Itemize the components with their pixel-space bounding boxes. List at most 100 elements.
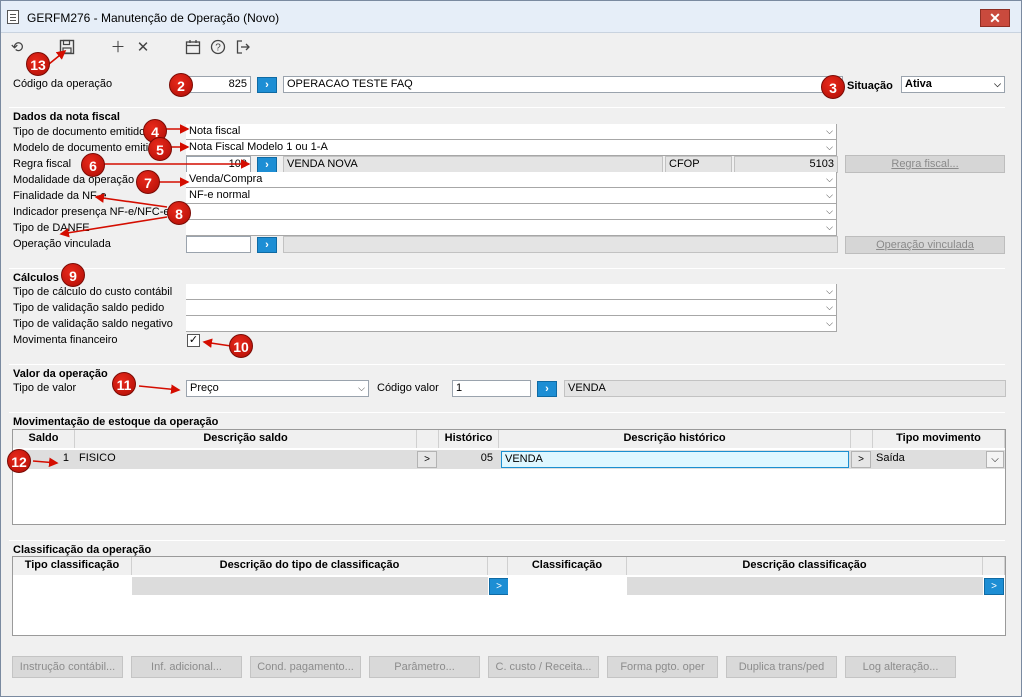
modalidade-label: Modalidade da operação	[13, 174, 135, 186]
main-window: GERFM276 - Manutenção de Operação (Novo)…	[0, 0, 1022, 697]
indicador-presenca-label: Indicador presença NF-e/NFC-e	[13, 206, 170, 218]
save-icon[interactable]	[58, 39, 76, 57]
situacao-select[interactable]: Ativa ⌵	[901, 76, 1005, 93]
tipo-valor-select[interactable]: Preço ⌵	[186, 380, 369, 397]
log-alteracao-button[interactable]: Log alteração...	[845, 656, 956, 678]
table-row[interactable]: 1 FISICO > 05 VENDA > Saída ⌵	[13, 450, 1005, 469]
regra-fiscal-lookup-button[interactable]: ›	[257, 157, 277, 173]
operacao-vinculada-button[interactable]: Operação vinculada	[845, 236, 1005, 254]
operacao-vinculada-lookup-button[interactable]: ›	[257, 237, 277, 253]
duplica-trans-button[interactable]: Duplica trans/ped	[726, 656, 837, 678]
custo-contabil-label: Tipo de cálculo do custo contábil	[13, 286, 173, 298]
custo-contabil-select[interactable]: ⌵	[186, 284, 837, 300]
parametro-button[interactable]: Parâmetro...	[369, 656, 480, 678]
svg-text:?: ?	[215, 43, 221, 54]
calendar-icon[interactable]	[184, 39, 202, 57]
classificacao-cell[interactable]	[508, 577, 627, 595]
modelo-documento-value: Nota Fiscal Modelo 1 ou 1-A	[189, 141, 328, 153]
chevron-down-icon[interactable]: ⌵	[986, 451, 1004, 468]
inf-adicional-button[interactable]: Inf. adicional...	[131, 656, 242, 678]
tipo-danfe-label: Tipo de DANFE	[13, 222, 90, 234]
column-header[interactable]: Tipo movimento	[873, 430, 1005, 448]
nota-fiscal-section-title: Dados da nota fiscal	[13, 111, 120, 123]
centro-custo-button[interactable]: C. custo / Receita...	[488, 656, 599, 678]
divider	[9, 412, 1005, 413]
regra-fiscal-button[interactable]: Regra fiscal...	[845, 155, 1005, 173]
chevron-down-icon: ⌵	[358, 383, 365, 393]
regra-fiscal-description: VENDA NOVA	[283, 156, 663, 173]
annotation-badge: 6	[81, 153, 105, 177]
codigo-valor-label: Código valor	[377, 382, 439, 394]
divider	[9, 364, 1005, 365]
historico-lookup-button[interactable]: >	[851, 451, 871, 468]
saldo-lookup-button[interactable]: >	[417, 451, 437, 468]
chevron-down-icon: ⌵	[826, 126, 833, 136]
operacao-vinculada-input[interactable]	[186, 236, 251, 253]
window-title: GERFM276 - Manutenção de Operação (Novo)	[27, 11, 280, 25]
undo-icon[interactable]: ⟲	[8, 39, 26, 57]
column-header[interactable]: Classificação	[508, 557, 627, 575]
estoque-section-title: Movimentação de estoque da operação	[13, 416, 219, 428]
saldo-pedido-label: Tipo de validação saldo pedido	[13, 302, 165, 314]
tipo-danfe-select[interactable]: ⌵	[186, 220, 837, 236]
tipo-documento-select[interactable]: Nota fiscal ⌵	[186, 124, 837, 140]
saldo-negativo-select[interactable]: ⌵	[186, 316, 837, 332]
chevron-down-icon: ⌵	[826, 318, 833, 328]
situacao-value: Ativa	[905, 78, 932, 90]
toolbar: ⟲ ＋ ✕ ?	[1, 33, 1021, 61]
valor-section-title: Valor da operação	[13, 368, 108, 380]
column-header[interactable]: Descrição saldo	[75, 430, 417, 448]
close-button[interactable]: ✕	[980, 9, 1010, 27]
operacao-vinculada-label: Operação vinculada	[13, 238, 111, 250]
indicador-presenca-select[interactable]: ⌵	[186, 204, 837, 220]
tipo-classificacao-cell[interactable]	[13, 577, 132, 595]
classificacao-lookup-button[interactable]: >	[984, 578, 1004, 595]
descricao-historico-cell[interactable]: VENDA	[501, 451, 849, 468]
annotation-badge: 8	[167, 201, 191, 225]
codigo-operacao-input[interactable]: 825	[186, 76, 251, 93]
codigo-valor-input[interactable]: 1	[452, 380, 531, 397]
forma-pgto-button[interactable]: Forma pgto. oper	[607, 656, 718, 678]
chevron-down-icon: ⌵	[994, 79, 1001, 89]
saldo-pedido-select[interactable]: ⌵	[186, 300, 837, 316]
cond-pagamento-button[interactable]: Cond. pagamento...	[250, 656, 361, 678]
annotation-badge: 7	[136, 170, 160, 194]
historico-cell[interactable]: 05	[439, 450, 497, 468]
column-header[interactable]: Descrição histórico	[499, 430, 851, 448]
document-icon	[7, 10, 19, 24]
descricao-operacao-input[interactable]: OPERACAO TESTE FAQ	[283, 76, 843, 93]
tipo-valor-value: Preço	[190, 382, 219, 394]
codigo-valor-lookup-button[interactable]: ›	[537, 381, 557, 397]
classificacao-grid: Tipo classificação Descrição do tipo de …	[12, 556, 1006, 636]
column-header-spacer	[417, 430, 439, 448]
codigo-valor-description: VENDA	[564, 380, 1006, 397]
help-icon[interactable]: ?	[209, 39, 227, 57]
column-header[interactable]: Descrição classificação	[627, 557, 983, 575]
chevron-down-icon: ⌵	[826, 222, 833, 232]
table-row[interactable]: > >	[13, 577, 1005, 595]
instrucao-contabil-button[interactable]: Instrução contábil...	[12, 656, 123, 678]
descricao-tipo-classificacao-cell	[132, 577, 488, 595]
x-icon[interactable]: ✕	[134, 39, 152, 57]
column-header[interactable]: Saldo	[13, 430, 75, 448]
chevron-down-icon: ⌵	[826, 190, 833, 200]
tipo-movimento-cell[interactable]: Saída	[874, 450, 986, 468]
modalidade-select[interactable]: Venda/Compra ⌵	[186, 172, 837, 188]
chevron-down-icon: ⌵	[826, 286, 833, 296]
plus-icon[interactable]: ＋	[109, 39, 127, 57]
column-header[interactable]: Descrição do tipo de classificação	[132, 557, 488, 575]
finalidade-select[interactable]: NF-e normal ⌵	[186, 188, 837, 204]
movimenta-financeiro-checkbox[interactable]: ✓	[187, 334, 200, 347]
column-header-spacer	[851, 430, 873, 448]
tipo-classificacao-lookup-button[interactable]: >	[489, 578, 509, 595]
regra-fiscal-input[interactable]: 100	[186, 156, 251, 173]
modelo-documento-select[interactable]: Nota Fiscal Modelo 1 ou 1-A ⌵	[186, 140, 837, 156]
exit-icon[interactable]	[234, 39, 252, 57]
codigo-lookup-button[interactable]: ›	[257, 77, 277, 93]
annotation-badge: 10	[229, 334, 253, 358]
descricao-saldo-cell[interactable]: FISICO	[77, 450, 415, 468]
finalidade-label: Finalidade da NF-e	[13, 190, 107, 202]
column-header[interactable]: Histórico	[439, 430, 499, 448]
column-header[interactable]: Tipo classificação	[13, 557, 132, 575]
movimenta-financeiro-label: Movimenta financeiro	[13, 334, 118, 346]
